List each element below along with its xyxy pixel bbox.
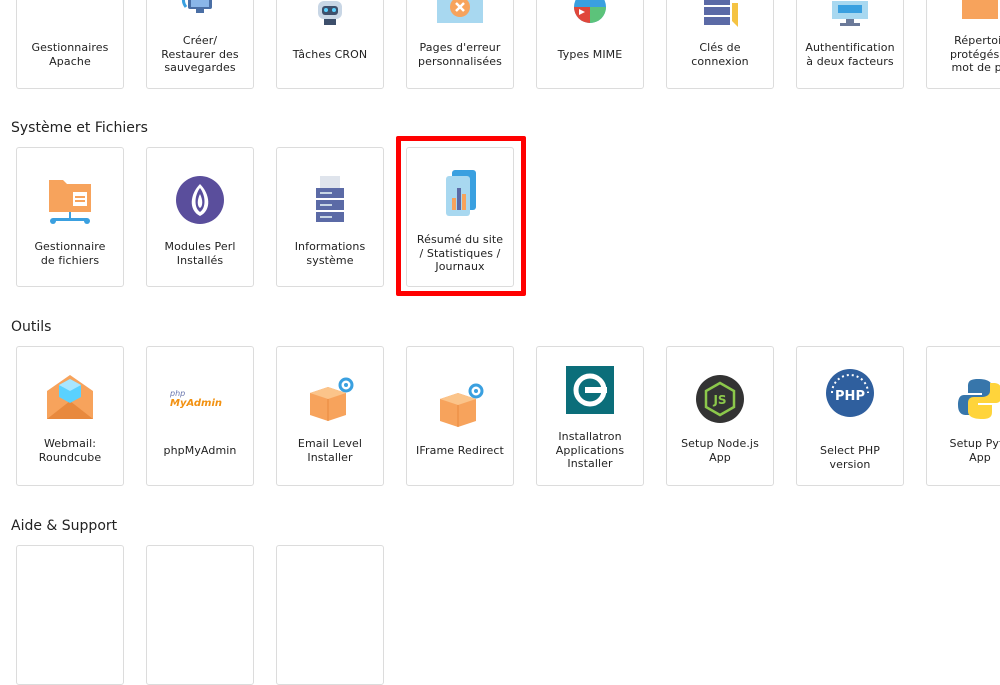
tile-email-level-installer[interactable]: Email Level Installer — [276, 346, 384, 486]
nodejs-badge-text: JS — [712, 393, 726, 407]
tile-label: Authentification à deux facteurs — [805, 41, 895, 68]
tile-error-pages[interactable]: Pages d'erreur personnalisées — [406, 0, 514, 89]
perl-onion-icon — [172, 172, 228, 228]
tile-roundcube[interactable]: Webmail: Roundcube — [16, 346, 124, 486]
package-gear-icon — [302, 373, 358, 429]
tile-perl-modules[interactable]: Modules Perl Installés — [146, 147, 254, 287]
tile-installatron[interactable]: Installatron Applications Installer — [536, 346, 644, 486]
tile-label: Clés de connexion — [691, 41, 749, 68]
tile-support-3[interactable] — [276, 545, 384, 685]
tile-label: Résumé du site / Statistiques / Journaux — [416, 233, 504, 273]
tile-apache-handlers[interactable]: Gestionnaires Apache — [16, 0, 124, 89]
tile-label: IFrame Redirect — [416, 444, 504, 457]
tile-python-app[interactable]: Setup Pyth App — [926, 346, 1000, 486]
mime-types-icon — [562, 0, 618, 29]
file-manager-icon — [42, 172, 98, 228]
tile-label: Installatron Applications Installer — [555, 430, 625, 470]
folder-lock-icon — [952, 0, 1000, 21]
tile-label: Répertoir protégés p mot de pa — [949, 34, 1000, 74]
tile-label: Email Level Installer — [297, 437, 363, 464]
tile-label: Gestionnaire de fichiers — [34, 240, 106, 267]
tile-cron-jobs[interactable]: Tâches CRON — [276, 0, 384, 89]
section-title-outils: Outils — [11, 319, 52, 335]
tile-php-version[interactable]: PHP Select PHP version — [796, 346, 904, 486]
phpmyadmin-logo-php: php — [170, 389, 186, 398]
stats-chart-icon — [432, 164, 488, 220]
tile-label: Pages d'erreur personnalisées — [418, 41, 502, 68]
phpmyadmin-logo-myadmin: MyAdmin — [170, 398, 223, 409]
tile-iframe-redirect[interactable]: IFrame Redirect — [406, 346, 514, 486]
tile-label: Tâches CRON — [292, 48, 368, 61]
tile-label: Gestionnaires Apache — [31, 41, 109, 68]
section-title-systeme: Système et Fichiers — [11, 120, 148, 136]
tile-file-manager[interactable]: Gestionnaire de fichiers — [16, 147, 124, 287]
tile-label: Créer/ Restaurer des sauvegardes — [161, 34, 239, 74]
tile-ssh-keys[interactable]: Clés de connexion — [666, 0, 774, 89]
tile-label: Modules Perl Installés — [164, 240, 236, 267]
tile-phpmyadmin[interactable]: php MyAdmin phpMyAdmin — [146, 346, 254, 486]
tile-label: phpMyAdmin — [163, 444, 237, 457]
tile-nodejs[interactable]: JS Setup Node.js App — [666, 346, 774, 486]
python-icon — [952, 371, 1000, 427]
server-key-icon — [692, 0, 748, 27]
tile-two-factor[interactable]: Authentification à deux facteurs — [796, 0, 904, 89]
tile-support-1[interactable] — [16, 545, 124, 685]
tile-site-stats[interactable]: Résumé du site / Statistiques / Journaux — [406, 147, 514, 287]
tile-mime-types[interactable]: Types MIME — [536, 0, 644, 89]
nodejs-icon: JS — [692, 371, 748, 427]
tile-backups[interactable]: Créer/ Restaurer des sauvegardes — [146, 0, 254, 89]
backup-restore-icon — [172, 0, 228, 19]
error-page-icon — [432, 0, 488, 25]
tile-system-info[interactable]: Informations système — [276, 147, 384, 287]
tile-label: Setup Node.js App — [681, 437, 759, 464]
phpmyadmin-logo-icon: php MyAdmin — [170, 387, 230, 411]
installatron-icon — [565, 365, 615, 415]
roundcube-envelope-icon — [42, 369, 98, 425]
package-gear-icon — [432, 379, 488, 435]
server-info-icon — [302, 172, 358, 228]
tile-support-2[interactable] — [146, 545, 254, 685]
apache-feather-icon — [50, 0, 90, 5]
php-badge-text: PHP — [835, 389, 865, 404]
tile-label: Webmail: Roundcube — [38, 437, 102, 464]
tile-label: Select PHP version — [820, 444, 880, 471]
php-icon: PHP — [822, 365, 878, 421]
tile-protected-dirs[interactable]: Répertoir protégés p mot de pa — [926, 0, 1000, 89]
tile-label: Setup Pyth App — [949, 437, 1000, 464]
robot-icon — [302, 0, 358, 27]
tile-label: Informations système — [294, 240, 366, 267]
tile-label: Types MIME — [557, 48, 623, 61]
section-title-aide: Aide & Support — [11, 518, 118, 534]
monitor-icon — [822, 0, 878, 27]
